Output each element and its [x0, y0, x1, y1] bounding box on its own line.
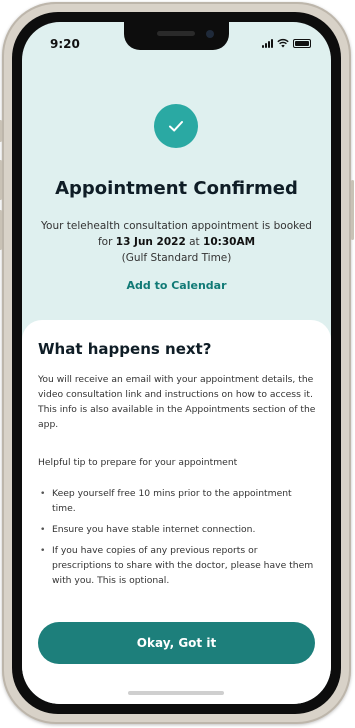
appointment-time: 10:30AM: [203, 236, 256, 248]
volume-down-button: [0, 210, 2, 250]
status-icons: [262, 38, 311, 48]
tips-list: Keep yourself free 10 mins prior to the …: [38, 486, 318, 594]
timezone-label: (Gulf Standard Time): [121, 252, 232, 264]
battery-icon: [293, 39, 311, 48]
front-camera: [206, 30, 214, 38]
add-to-calendar-link[interactable]: Add to Calendar: [22, 279, 331, 292]
status-time: 9:20: [50, 37, 80, 51]
power-button: [351, 180, 354, 240]
okay-got-it-button[interactable]: Okay, Got it: [38, 622, 315, 664]
tip-item: Ensure you have stable internet connecti…: [38, 522, 318, 537]
next-steps-sheet: What happens next? You will receive an e…: [22, 320, 331, 704]
success-badge: [154, 104, 198, 148]
cellular-signal-icon: [262, 39, 273, 48]
next-steps-title: What happens next?: [38, 340, 212, 358]
wifi-icon: [277, 38, 289, 48]
description-connector: at: [185, 236, 204, 248]
confirmation-title: Appointment Confirmed: [55, 178, 298, 199]
volume-up-button: [0, 160, 2, 200]
appointment-date: 13 Jun 2022: [115, 236, 186, 248]
phone-bezel: 9:20 Appointment Confirmed Your teleheal…: [12, 12, 341, 714]
home-indicator: [128, 691, 224, 695]
checkmark-icon: [169, 121, 183, 132]
confirmation-description: Your telehealth consultation appointment…: [36, 218, 317, 266]
app-screen: 9:20 Appointment Confirmed Your teleheal…: [22, 22, 331, 704]
mute-switch: [0, 120, 2, 142]
tip-heading: Helpful tip to prepare for your appointm…: [38, 457, 238, 468]
speaker-grille: [157, 31, 195, 36]
phone-frame: 9:20 Appointment Confirmed Your teleheal…: [0, 2, 354, 724]
notch: [124, 22, 229, 50]
status-bar: 9:20: [22, 22, 331, 62]
tip-item: Keep yourself free 10 mins prior to the …: [38, 486, 318, 516]
next-steps-body: You will receive an email with your appo…: [38, 374, 316, 430]
